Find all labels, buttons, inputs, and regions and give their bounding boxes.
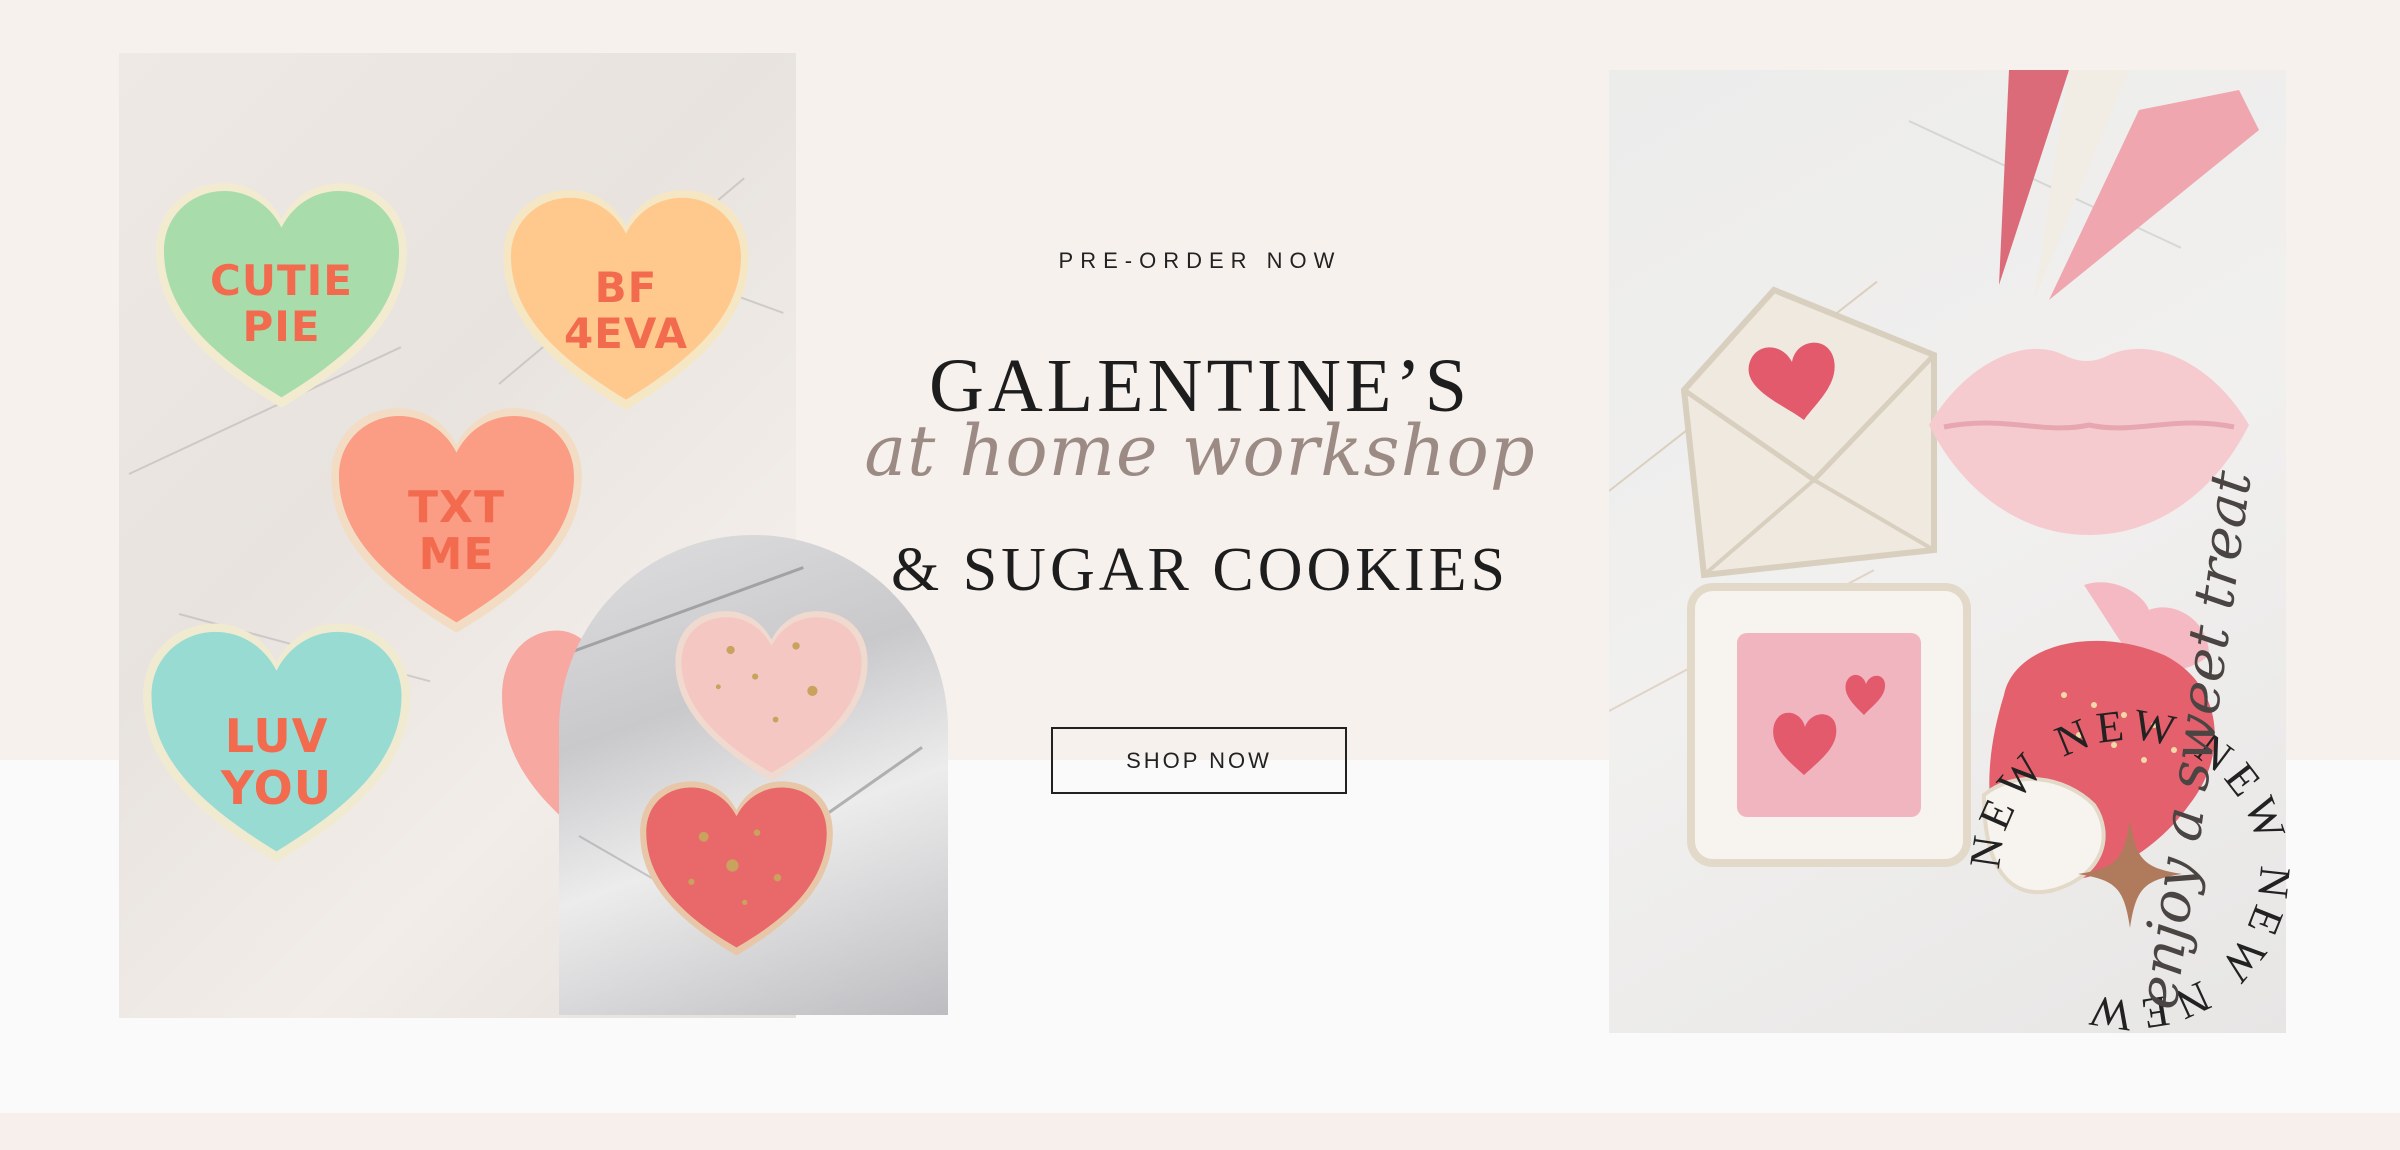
heart-cookie-bf-4eva: BF 4EVA [491,185,761,415]
heart-label-line1: CUTIE [210,256,353,305]
bottom-strip [0,1113,2400,1150]
piping-bags [1999,70,2259,300]
heart-label-line1: BF [594,263,658,312]
heart-label-line1: LUV [224,709,329,763]
speckled-hearts-photo [559,535,948,1015]
pink-speckled-heart-cookie [675,611,868,781]
coral-speckled-heart-cookie [640,781,833,956]
preorder-eyebrow: PRE-ORDER NOW [1058,248,1342,273]
heart-cookie-txt-me: TXT ME [324,403,589,638]
heart-label-line2: YOU [220,761,333,815]
heart-label-line2: 4EVA [563,309,689,358]
heart-cookie-luv-you: LUV YOU [134,618,419,868]
heart-cookie-cutie-pie: CUTIE PIE [149,178,414,413]
stamp-cookie [1687,583,1971,867]
shop-now-button[interactable]: SHOP NOW [1051,727,1347,794]
envelope-cookie [1680,286,1937,579]
heart-label-line2: PIE [242,302,321,351]
heart-label-line2: ME [418,529,495,580]
page-subtitle: & SUGAR COOKIES [890,536,1510,604]
heart-label-line1: TXT [408,482,505,533]
title-script-subline: at home workshop [864,410,1536,492]
